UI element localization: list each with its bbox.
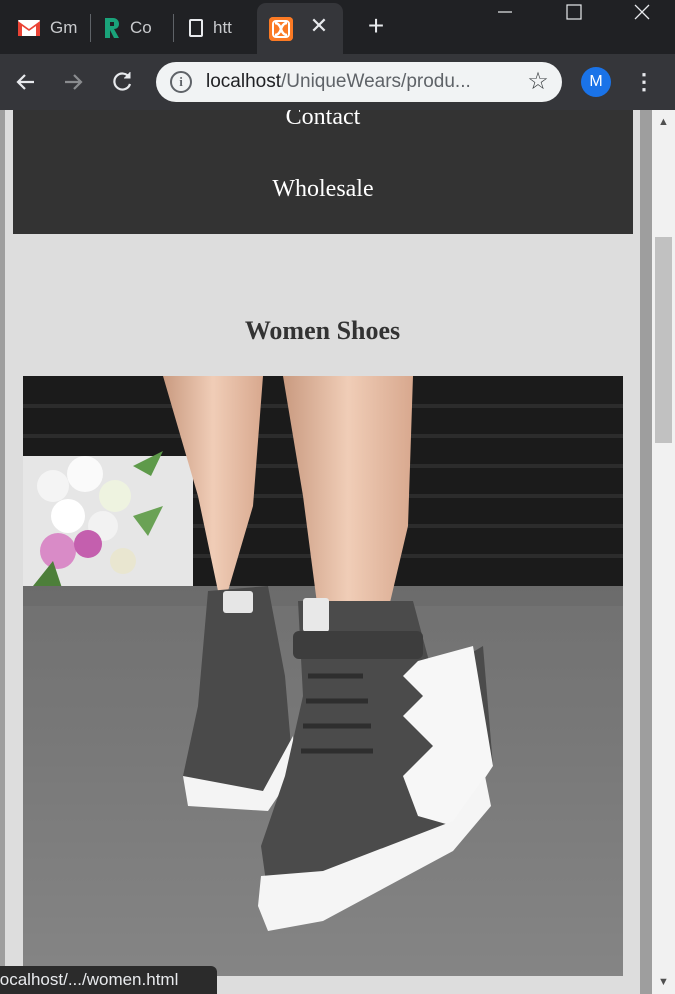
site-info-icon[interactable]: i	[170, 71, 192, 93]
scroll-down-arrow-icon[interactable]: ▼	[652, 970, 675, 994]
tab-label: Gm	[50, 18, 78, 37]
nav-link-wholesale[interactable]: Wholesale	[13, 176, 633, 203]
url-path: /UniqueWears/produ...	[281, 71, 471, 92]
nav-link-contact[interactable]: Contact	[13, 110, 633, 131]
scroll-up-arrow-icon[interactable]: ▲	[652, 110, 675, 134]
tab-gmail[interactable]: Gm	[18, 8, 80, 48]
document-icon	[189, 19, 203, 37]
tab-separator	[173, 14, 174, 42]
close-tab-icon[interactable]: ✕	[309, 15, 329, 37]
new-tab-button[interactable]: +	[364, 12, 388, 40]
url-text[interactable]: localhost/UniqueWears/produ...	[206, 71, 506, 93]
close-window-icon[interactable]	[620, 0, 665, 30]
tab-document[interactable]: htt	[189, 8, 247, 48]
tab-strip: Gm Co htt ✕ +	[0, 0, 675, 54]
scrollbar-thumb[interactable]	[655, 237, 672, 443]
page-border	[640, 110, 652, 994]
reload-icon[interactable]	[109, 69, 135, 95]
tab-separator	[90, 14, 91, 42]
r-logo-icon	[104, 18, 120, 38]
back-icon[interactable]	[13, 69, 39, 95]
profile-avatar[interactable]: M	[581, 67, 611, 97]
forward-icon[interactable]	[60, 69, 86, 95]
tab-active[interactable]	[257, 3, 343, 54]
maximize-icon[interactable]	[551, 0, 596, 30]
minimize-icon[interactable]	[482, 0, 527, 30]
page-viewport: Contact Wholesale Women Shoes	[0, 110, 652, 994]
tab-course[interactable]: Co	[104, 8, 162, 48]
url-host: localhost	[206, 71, 281, 92]
site-nav-menu: Contact Wholesale	[13, 110, 633, 234]
product-image[interactable]	[23, 376, 623, 976]
status-url-text: localhost/.../women.html	[0, 970, 179, 989]
bookmark-star-icon[interactable]: ☆	[524, 68, 552, 96]
status-url-bubble: localhost/.../women.html	[0, 966, 217, 994]
section-title: Women Shoes	[244, 316, 401, 345]
tab-label: htt	[213, 18, 232, 37]
browser-toolbar: i localhost/UniqueWears/produ... ☆ M ⋮	[0, 54, 675, 110]
address-bar[interactable]: i localhost/UniqueWears/produ... ☆	[156, 62, 562, 102]
vertical-scrollbar[interactable]: ▲ ▼	[652, 110, 675, 994]
tab-label: Co	[130, 18, 152, 37]
gmail-icon	[18, 20, 40, 36]
more-menu-icon[interactable]: ⋮	[632, 68, 656, 96]
page-border	[0, 110, 5, 994]
xampp-icon	[269, 17, 293, 41]
